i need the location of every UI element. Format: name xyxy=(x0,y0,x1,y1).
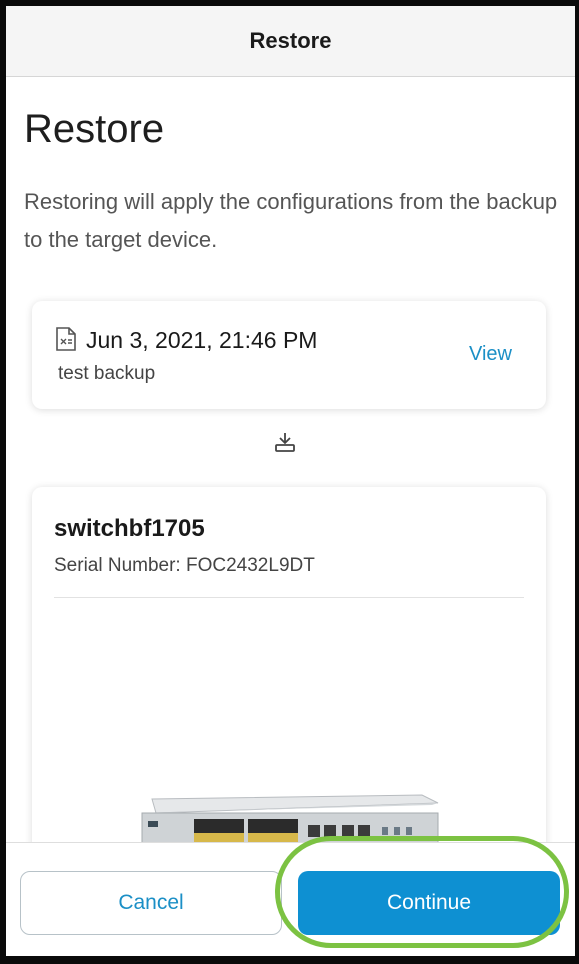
backup-card: Jun 3, 2021, 21:46 PM test backup View xyxy=(32,301,546,409)
bottom-bar xyxy=(0,956,579,964)
divider xyxy=(54,597,524,598)
serial-value: FOC2432L9DT xyxy=(186,555,315,576)
view-backup-link[interactable]: View xyxy=(469,343,512,366)
backup-name: test backup xyxy=(58,363,156,384)
device-card: switchbf1705 Serial Number: FOC2432L9DT xyxy=(32,487,546,847)
switch-device-image xyxy=(141,794,439,847)
navbar-title: Restore xyxy=(249,28,332,53)
navigation-bar: Restore xyxy=(6,6,575,77)
cancel-button[interactable]: Cancel xyxy=(20,871,282,935)
action-footer: Cancel Continue xyxy=(6,842,575,956)
device-name: switchbf1705 xyxy=(54,515,205,542)
content-area[interactable]: Restore Restoring will apply the configu… xyxy=(6,77,575,847)
continue-button[interactable]: Continue xyxy=(298,871,560,935)
restore-screen: Restore Restore Restoring will apply the… xyxy=(6,6,575,956)
backup-date: Jun 3, 2021, 21:46 PM xyxy=(86,327,318,353)
download-arrow-icon xyxy=(275,433,295,452)
serial-label: Serial Number: xyxy=(54,555,181,576)
page-description: Restoring will apply the configurations … xyxy=(24,189,558,252)
page-title: Restore xyxy=(24,107,165,151)
file-backup-icon xyxy=(56,327,76,351)
serial-number: Serial Number: FOC2432L9DT xyxy=(54,555,315,577)
